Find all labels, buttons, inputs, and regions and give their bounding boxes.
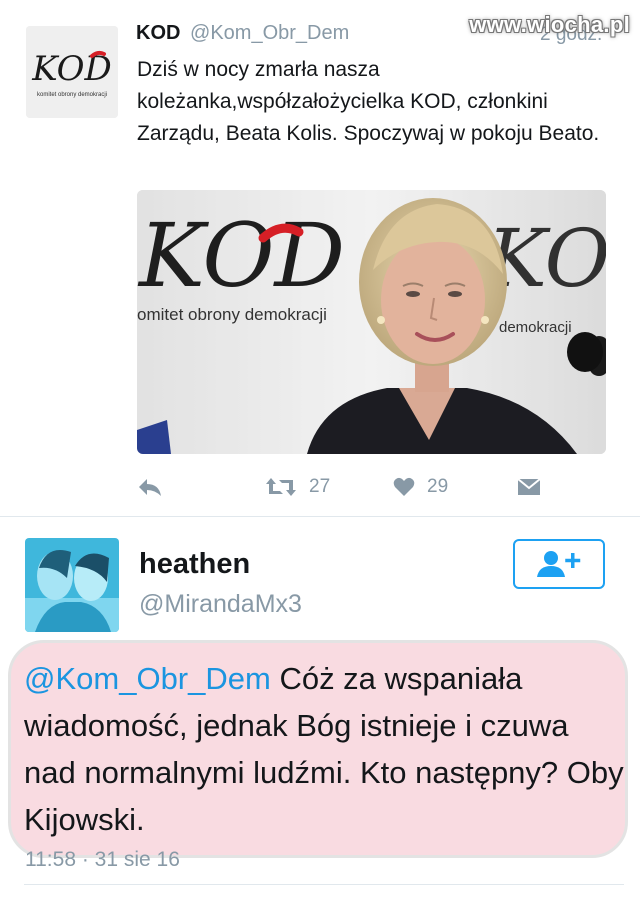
direct-message-button[interactable]	[517, 472, 541, 502]
reply-author-handle[interactable]: @MirandaMx3	[139, 590, 302, 619]
reply-mention-link[interactable]: @Kom_Obr_Dem	[24, 661, 271, 696]
author-name[interactable]: KOD	[136, 22, 180, 44]
add-user-icon	[537, 551, 581, 577]
original-tweet[interactable]: KOD komitet obrony demokracji KOD @Kom_O…	[0, 0, 640, 517]
like-button[interactable]: 29	[393, 472, 448, 502]
reply-icon	[139, 479, 161, 496]
watermark: www.wiocha.pl	[469, 12, 630, 37]
tweet-header: KOD @Kom_Obr_Dem	[136, 22, 349, 45]
envelope-icon	[517, 478, 541, 495]
tweet-text: Dziś w nocy zmarła nasza koleżanka,współ…	[137, 58, 600, 145]
reply-timestamp[interactable]: 11:58 · 31 sie 16	[25, 848, 180, 872]
backdrop-logo-text: KOD	[137, 204, 345, 307]
like-count: 29	[427, 476, 449, 497]
reply-text: @Kom_Obr_Dem Cóż za wspaniała wiadomość,…	[24, 655, 624, 843]
divider	[24, 884, 624, 885]
backdrop-logo-subtext-2: demokracji	[499, 319, 572, 336]
avatar-logo-subtext: komitet obrony demokracji	[37, 92, 107, 98]
retweet-icon	[266, 478, 296, 496]
tweet-actions: 27 29	[137, 472, 607, 502]
kod-avatar[interactable]: KOD komitet obrony demokracji	[26, 26, 118, 118]
follow-button[interactable]	[513, 539, 605, 589]
heart-icon	[393, 477, 415, 496]
author-handle[interactable]: @Kom_Obr_Dem	[190, 22, 349, 44]
avatar-logo-text: KOD	[31, 49, 112, 89]
retweet-button[interactable]: 27	[265, 472, 330, 502]
backdrop-logo-subtext: omitet obrony demokracji	[137, 305, 327, 324]
retweet-count: 27	[309, 476, 331, 497]
tweet-photo[interactable]: KOD omitet obrony demokracji KOD demokra…	[137, 190, 606, 454]
heathen-avatar[interactable]	[25, 538, 119, 632]
reply-button[interactable]	[137, 472, 163, 502]
reply-author-name[interactable]: heathen	[139, 548, 250, 581]
